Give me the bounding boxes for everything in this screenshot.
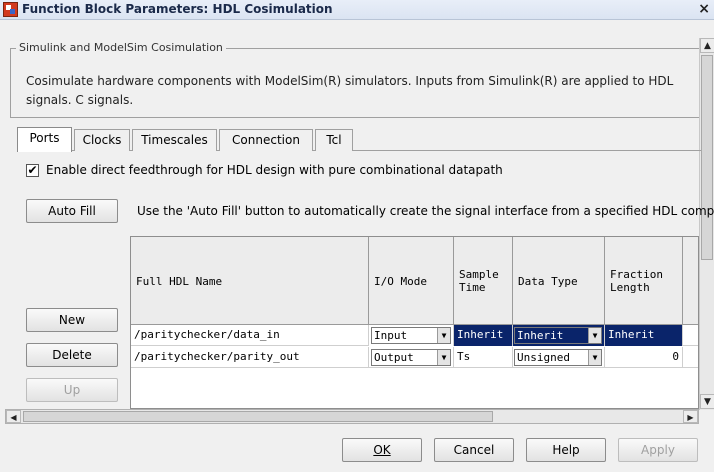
header-sample-time[interactable]: Sample Time [454,237,513,325]
vertical-scrollbar[interactable]: ▲ ▼ [699,38,714,410]
io-mode-value: Input [374,329,408,342]
cell-fraction-length[interactable]: Inherit [605,325,683,346]
table-row[interactable]: /paritychecker/data_in Input ▼ Inherit I… [131,325,698,346]
io-mode-select[interactable]: Output ▼ [371,349,451,366]
cell-sample-time[interactable]: Inherit [454,325,513,346]
horizontal-scrollbar[interactable]: ◀ ▶ [5,409,699,424]
title-bar[interactable]: Function Block Parameters: HDL Cosimulat… [0,0,714,20]
tab-connection[interactable]: Connection [219,129,313,151]
vertical-scroll-thumb[interactable] [701,55,713,260]
cell-io-mode[interactable]: Output ▼ [369,347,454,368]
close-icon[interactable]: × [698,1,710,17]
feedthrough-checkbox[interactable]: ✔ [26,164,39,177]
apply-button[interactable]: Apply [618,438,698,462]
chevron-down-icon[interactable]: ▼ [437,350,450,365]
chevron-down-icon[interactable]: ▼ [588,350,601,365]
cell-fraction-length[interactable]: 0 [605,347,683,368]
scroll-right-icon[interactable]: ▶ [683,410,698,423]
header-data-type[interactable]: Data Type [513,237,605,325]
help-label: Help [552,443,580,457]
io-mode-value: Output [374,351,414,364]
auto-fill-button[interactable]: Auto Fill [26,199,118,223]
ok-label: OK [373,443,391,457]
cancel-label: Cancel [453,443,495,457]
data-type-value: Inherit [517,329,564,342]
cell-data-type[interactable]: Unsigned ▼ [513,347,605,368]
cell-sample-time[interactable]: Ts [454,347,513,368]
cell-full-hdl-name[interactable]: /paritychecker/data_in [131,325,369,346]
cell-io-mode[interactable]: Input ▼ [369,325,454,346]
ports-table[interactable]: Full HDL Name I/O Mode Sample Time Data … [130,236,699,409]
data-type-value: Unsigned [517,351,570,364]
table-row[interactable]: /paritychecker/parity_out Output ▼ Ts Un… [131,347,698,368]
group-description: Cosimulate hardware components with Mode… [26,74,674,107]
apply-label: Apply [641,443,675,457]
new-button[interactable]: New [26,308,118,332]
cell-data-type[interactable]: Inherit ▼ [513,325,605,346]
table-header: Full HDL Name I/O Mode Sample Time Data … [131,237,698,325]
auto-fill-description: Use the 'Auto Fill' button to automatica… [137,204,714,218]
cancel-button[interactable]: Cancel [434,438,514,462]
chevron-down-icon[interactable]: ▼ [437,328,450,343]
scroll-left-icon[interactable]: ◀ [6,410,21,423]
scroll-down-icon[interactable]: ▼ [700,394,714,409]
window-title: Function Block Parameters: HDL Cosimulat… [22,2,333,16]
header-fraction-length[interactable]: Fraction Length [605,237,683,325]
io-mode-select[interactable]: Input ▼ [371,327,451,344]
feedthrough-checkbox-label: Enable direct feedthrough for HDL design… [46,163,503,177]
up-button[interactable]: Up [26,378,118,402]
ok-button[interactable]: OK [342,438,422,462]
help-button[interactable]: Help [526,438,606,462]
group-legend: Simulink and ModelSim Cosimulation [16,41,226,54]
delete-button[interactable]: Delete [26,343,118,367]
horizontal-scroll-thumb[interactable] [23,411,493,422]
cell-full-hdl-name[interactable]: /paritychecker/parity_out [131,347,369,368]
tab-clocks[interactable]: Clocks [74,129,130,151]
tab-tcl[interactable]: Tcl [315,129,353,151]
chevron-down-icon[interactable]: ▼ [588,328,601,343]
header-io-mode[interactable]: I/O Mode [369,237,454,325]
scroll-up-icon[interactable]: ▲ [700,38,714,53]
tab-timescales[interactable]: Timescales [132,129,217,151]
data-type-select[interactable]: Unsigned ▼ [514,349,602,366]
header-full-hdl-name[interactable]: Full HDL Name [131,237,369,325]
data-type-select[interactable]: Inherit ▼ [514,327,602,344]
tab-ports[interactable]: Ports [17,127,72,152]
simulink-block-icon [3,2,18,17]
